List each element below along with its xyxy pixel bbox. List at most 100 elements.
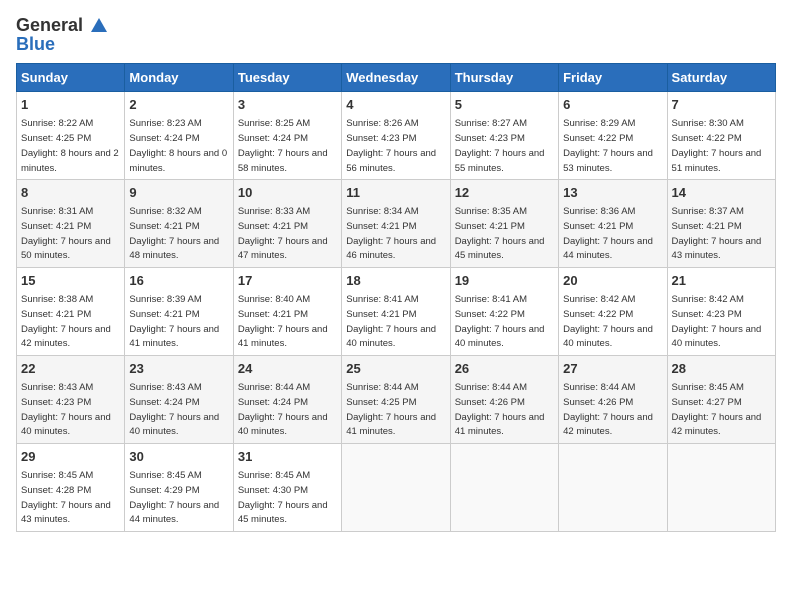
calendar-cell: 10 Sunrise: 8:33 AM Sunset: 4:21 PM Dayl… xyxy=(233,180,341,268)
day-header-saturday: Saturday xyxy=(667,64,775,92)
calendar-cell: 5 Sunrise: 8:27 AM Sunset: 4:23 PM Dayli… xyxy=(450,92,558,180)
day-info: Sunrise: 8:30 AM Sunset: 4:22 PM Dayligh… xyxy=(672,118,762,173)
day-number: 23 xyxy=(129,360,228,378)
calendar-cell: 16 Sunrise: 8:39 AM Sunset: 4:21 PM Dayl… xyxy=(125,268,233,356)
calendar-cell: 7 Sunrise: 8:30 AM Sunset: 4:22 PM Dayli… xyxy=(667,92,775,180)
day-number: 7 xyxy=(672,96,771,114)
day-info: Sunrise: 8:27 AM Sunset: 4:23 PM Dayligh… xyxy=(455,118,545,173)
day-number: 28 xyxy=(672,360,771,378)
calendar-cell: 21 Sunrise: 8:42 AM Sunset: 4:23 PM Dayl… xyxy=(667,268,775,356)
calendar-cell: 1 Sunrise: 8:22 AM Sunset: 4:25 PM Dayli… xyxy=(17,92,125,180)
day-number: 31 xyxy=(238,448,337,466)
calendar-cell: 17 Sunrise: 8:40 AM Sunset: 4:21 PM Dayl… xyxy=(233,268,341,356)
calendar-cell: 2 Sunrise: 8:23 AM Sunset: 4:24 PM Dayli… xyxy=(125,92,233,180)
calendar-cell: 3 Sunrise: 8:25 AM Sunset: 4:24 PM Dayli… xyxy=(233,92,341,180)
day-number: 19 xyxy=(455,272,554,290)
day-info: Sunrise: 8:37 AM Sunset: 4:21 PM Dayligh… xyxy=(672,206,762,261)
day-info: Sunrise: 8:32 AM Sunset: 4:21 PM Dayligh… xyxy=(129,206,219,261)
day-info: Sunrise: 8:42 AM Sunset: 4:22 PM Dayligh… xyxy=(563,294,653,349)
day-info: Sunrise: 8:31 AM Sunset: 4:21 PM Dayligh… xyxy=(21,206,111,261)
calendar-cell: 14 Sunrise: 8:37 AM Sunset: 4:21 PM Dayl… xyxy=(667,180,775,268)
day-number: 27 xyxy=(563,360,662,378)
day-number: 6 xyxy=(563,96,662,114)
day-number: 2 xyxy=(129,96,228,114)
day-info: Sunrise: 8:44 AM Sunset: 4:24 PM Dayligh… xyxy=(238,382,328,437)
calendar-header-row: SundayMondayTuesdayWednesdayThursdayFrid… xyxy=(17,64,776,92)
day-number: 12 xyxy=(455,184,554,202)
day-info: Sunrise: 8:41 AM Sunset: 4:21 PM Dayligh… xyxy=(346,294,436,349)
day-number: 1 xyxy=(21,96,120,114)
calendar-cell: 22 Sunrise: 8:43 AM Sunset: 4:23 PM Dayl… xyxy=(17,356,125,444)
day-number: 29 xyxy=(21,448,120,466)
day-info: Sunrise: 8:39 AM Sunset: 4:21 PM Dayligh… xyxy=(129,294,219,349)
day-info: Sunrise: 8:25 AM Sunset: 4:24 PM Dayligh… xyxy=(238,118,328,173)
calendar-cell xyxy=(559,444,667,532)
day-number: 21 xyxy=(672,272,771,290)
day-number: 14 xyxy=(672,184,771,202)
calendar-week-row: 15 Sunrise: 8:38 AM Sunset: 4:21 PM Dayl… xyxy=(17,268,776,356)
day-header-wednesday: Wednesday xyxy=(342,64,450,92)
page-header: General Blue xyxy=(16,16,776,55)
calendar-cell xyxy=(450,444,558,532)
calendar-cell: 6 Sunrise: 8:29 AM Sunset: 4:22 PM Dayli… xyxy=(559,92,667,180)
calendar-cell: 23 Sunrise: 8:43 AM Sunset: 4:24 PM Dayl… xyxy=(125,356,233,444)
day-number: 26 xyxy=(455,360,554,378)
day-info: Sunrise: 8:23 AM Sunset: 4:24 PM Dayligh… xyxy=(129,118,227,173)
calendar-cell: 19 Sunrise: 8:41 AM Sunset: 4:22 PM Dayl… xyxy=(450,268,558,356)
calendar-cell xyxy=(342,444,450,532)
day-info: Sunrise: 8:36 AM Sunset: 4:21 PM Dayligh… xyxy=(563,206,653,261)
calendar-week-row: 1 Sunrise: 8:22 AM Sunset: 4:25 PM Dayli… xyxy=(17,92,776,180)
day-info: Sunrise: 8:26 AM Sunset: 4:23 PM Dayligh… xyxy=(346,118,436,173)
day-info: Sunrise: 8:43 AM Sunset: 4:23 PM Dayligh… xyxy=(21,382,111,437)
day-number: 16 xyxy=(129,272,228,290)
day-info: Sunrise: 8:34 AM Sunset: 4:21 PM Dayligh… xyxy=(346,206,436,261)
day-info: Sunrise: 8:45 AM Sunset: 4:29 PM Dayligh… xyxy=(129,470,219,525)
calendar-week-row: 29 Sunrise: 8:45 AM Sunset: 4:28 PM Dayl… xyxy=(17,444,776,532)
day-number: 15 xyxy=(21,272,120,290)
day-info: Sunrise: 8:35 AM Sunset: 4:21 PM Dayligh… xyxy=(455,206,545,261)
calendar-table: SundayMondayTuesdayWednesdayThursdayFrid… xyxy=(16,63,776,532)
logo-blue-text: Blue xyxy=(16,34,55,55)
calendar-cell: 8 Sunrise: 8:31 AM Sunset: 4:21 PM Dayli… xyxy=(17,180,125,268)
day-number: 4 xyxy=(346,96,445,114)
day-header-tuesday: Tuesday xyxy=(233,64,341,92)
logo-triangle-icon xyxy=(89,16,109,36)
day-number: 5 xyxy=(455,96,554,114)
day-header-thursday: Thursday xyxy=(450,64,558,92)
calendar-week-row: 8 Sunrise: 8:31 AM Sunset: 4:21 PM Dayli… xyxy=(17,180,776,268)
calendar-cell xyxy=(667,444,775,532)
day-number: 25 xyxy=(346,360,445,378)
calendar-cell: 25 Sunrise: 8:44 AM Sunset: 4:25 PM Dayl… xyxy=(342,356,450,444)
calendar-cell: 31 Sunrise: 8:45 AM Sunset: 4:30 PM Dayl… xyxy=(233,444,341,532)
day-number: 30 xyxy=(129,448,228,466)
day-info: Sunrise: 8:40 AM Sunset: 4:21 PM Dayligh… xyxy=(238,294,328,349)
calendar-cell: 9 Sunrise: 8:32 AM Sunset: 4:21 PM Dayli… xyxy=(125,180,233,268)
day-info: Sunrise: 8:44 AM Sunset: 4:26 PM Dayligh… xyxy=(563,382,653,437)
calendar-cell: 28 Sunrise: 8:45 AM Sunset: 4:27 PM Dayl… xyxy=(667,356,775,444)
logo: General Blue xyxy=(16,16,110,55)
day-info: Sunrise: 8:29 AM Sunset: 4:22 PM Dayligh… xyxy=(563,118,653,173)
day-number: 17 xyxy=(238,272,337,290)
day-info: Sunrise: 8:45 AM Sunset: 4:28 PM Dayligh… xyxy=(21,470,111,525)
logo-text: General xyxy=(16,16,110,36)
calendar-cell: 4 Sunrise: 8:26 AM Sunset: 4:23 PM Dayli… xyxy=(342,92,450,180)
calendar-week-row: 22 Sunrise: 8:43 AM Sunset: 4:23 PM Dayl… xyxy=(17,356,776,444)
day-info: Sunrise: 8:38 AM Sunset: 4:21 PM Dayligh… xyxy=(21,294,111,349)
calendar-cell: 12 Sunrise: 8:35 AM Sunset: 4:21 PM Dayl… xyxy=(450,180,558,268)
day-info: Sunrise: 8:33 AM Sunset: 4:21 PM Dayligh… xyxy=(238,206,328,261)
day-info: Sunrise: 8:42 AM Sunset: 4:23 PM Dayligh… xyxy=(672,294,762,349)
day-header-sunday: Sunday xyxy=(17,64,125,92)
day-header-friday: Friday xyxy=(559,64,667,92)
day-info: Sunrise: 8:44 AM Sunset: 4:26 PM Dayligh… xyxy=(455,382,545,437)
day-info: Sunrise: 8:45 AM Sunset: 4:30 PM Dayligh… xyxy=(238,470,328,525)
day-number: 3 xyxy=(238,96,337,114)
day-info: Sunrise: 8:44 AM Sunset: 4:25 PM Dayligh… xyxy=(346,382,436,437)
calendar-cell: 26 Sunrise: 8:44 AM Sunset: 4:26 PM Dayl… xyxy=(450,356,558,444)
day-info: Sunrise: 8:41 AM Sunset: 4:22 PM Dayligh… xyxy=(455,294,545,349)
day-number: 20 xyxy=(563,272,662,290)
calendar-cell: 20 Sunrise: 8:42 AM Sunset: 4:22 PM Dayl… xyxy=(559,268,667,356)
day-header-monday: Monday xyxy=(125,64,233,92)
calendar-cell: 18 Sunrise: 8:41 AM Sunset: 4:21 PM Dayl… xyxy=(342,268,450,356)
day-number: 24 xyxy=(238,360,337,378)
calendar-cell: 29 Sunrise: 8:45 AM Sunset: 4:28 PM Dayl… xyxy=(17,444,125,532)
